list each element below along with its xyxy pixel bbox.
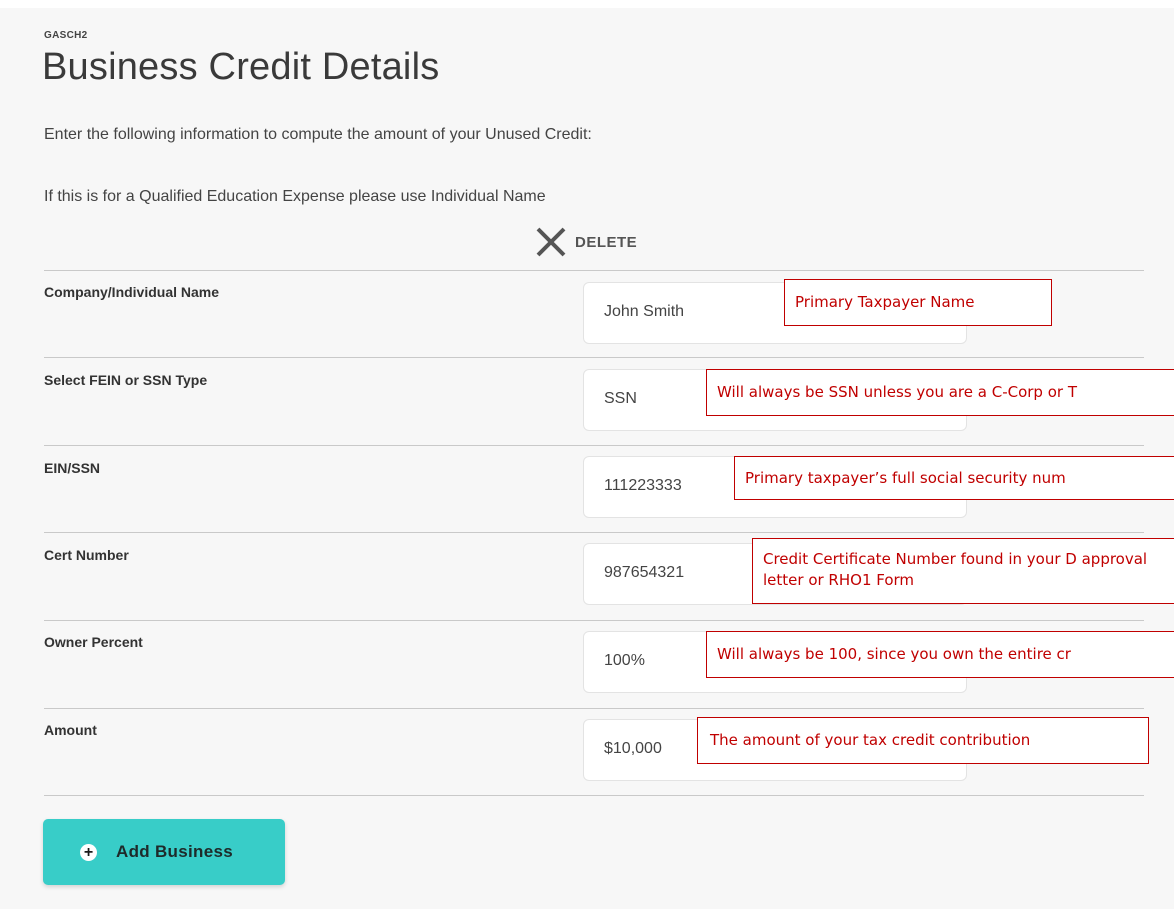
- cert-number-label: Cert Number: [44, 547, 129, 563]
- ein-ssn-label: EIN/SSN: [44, 460, 101, 476]
- callout-ssn: Primary taxpayer’s full social security …: [734, 456, 1174, 500]
- delete-button[interactable]: DELETE: [533, 224, 637, 260]
- divider: [44, 532, 1144, 533]
- owner-percent-label: Owner Percent: [44, 634, 143, 650]
- divider: [44, 445, 1144, 446]
- add-business-button[interactable]: + Add Business: [43, 819, 285, 885]
- company-name-label: Company/Individual Name: [44, 284, 220, 300]
- divider: [44, 795, 1144, 796]
- education-note: If this is for a Qualified Education Exp…: [44, 188, 546, 205]
- divider: [44, 708, 1144, 709]
- callout-name: Primary Taxpayer Name: [784, 279, 1052, 326]
- close-icon: [536, 227, 566, 257]
- form-id: GASCH2: [44, 30, 88, 41]
- id-type-label: Select FEIN or SSN Type: [44, 372, 208, 388]
- amount-label: Amount: [44, 722, 97, 738]
- delete-label: DELETE: [575, 233, 638, 251]
- divider: [44, 620, 1144, 621]
- callout-id-type: Will always be SSN unless you are a C-Co…: [706, 369, 1174, 416]
- divider: [44, 357, 1144, 358]
- callout-cert: Credit Certificate Number found in your …: [752, 538, 1174, 604]
- page-title: Business Credit Details: [42, 46, 440, 88]
- callout-owner: Will always be 100, since you own the en…: [706, 631, 1174, 678]
- add-business-label: Add Business: [116, 842, 233, 861]
- plus-circle-icon: +: [80, 843, 97, 861]
- callout-amount: The amount of your tax credit contributi…: [697, 717, 1149, 764]
- divider: [44, 270, 1144, 271]
- intro-text: Enter the following information to compu…: [44, 126, 592, 143]
